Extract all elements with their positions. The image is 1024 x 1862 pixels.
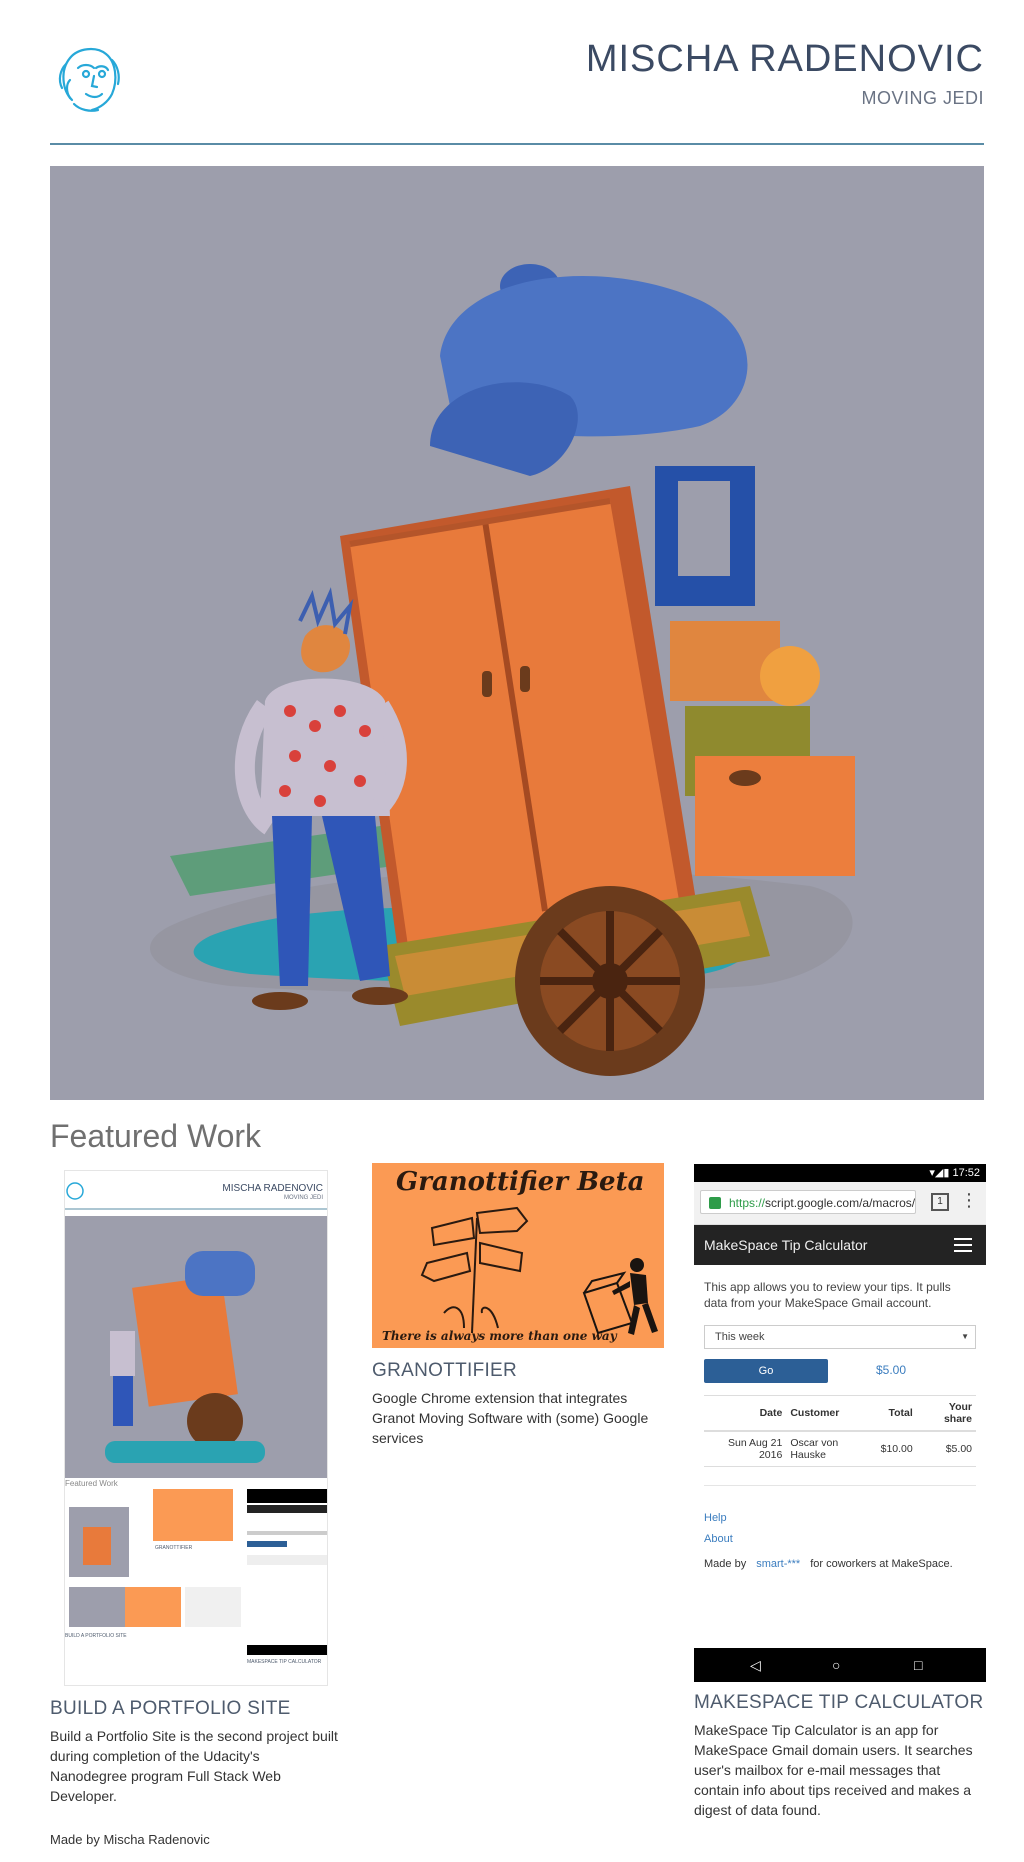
url-field[interactable]: https://script.google.com/a/macros/ — [700, 1190, 916, 1214]
total-amount: $5.00 — [876, 1363, 907, 1377]
mini-project-label: BUILD A PORTFOLIO SITE — [65, 1633, 127, 1639]
column-header: Customer — [786, 1395, 877, 1432]
mini-featured-heading: Featured Work — [65, 1479, 118, 1488]
header-divider — [50, 143, 984, 145]
project-card-granottifier: GRANOTTIFIER Google Chrome extension tha… — [372, 1360, 662, 1448]
tabs-count-button[interactable]: 1 — [931, 1193, 949, 1211]
author-link[interactable]: smart-*** — [756, 1558, 800, 1570]
about-link[interactable]: About — [704, 1529, 976, 1550]
portfolio-thumbnail[interactable]: MISCHA RADENOVIC MOVING JEDI Featured Wo… — [64, 1170, 328, 1686]
recents-icon[interactable]: □ — [914, 1657, 922, 1673]
table-row: Sun Aug 21 2016 Oscar von Hauske $10.00 … — [704, 1431, 976, 1467]
lock-icon — [709, 1197, 721, 1209]
column-header: Your share — [916, 1395, 976, 1432]
site-header: MISCHA RADENOVIC MOVING JEDI — [50, 0, 984, 146]
site-subtitle: MOVING JEDI — [861, 88, 984, 108]
app-bar: MakeSpace Tip Calculator — [694, 1225, 986, 1265]
project-title[interactable]: MAKESPACE TIP CALCULATOR — [694, 1692, 984, 1714]
project-title[interactable]: BUILD A PORTFOLIO SITE — [50, 1698, 340, 1720]
status-time: 17:52 — [952, 1167, 980, 1179]
footer-credit: Made by Mischa Radenovic — [50, 1832, 210, 1847]
app-intro: This app allows you to review your tips.… — [704, 1280, 951, 1310]
project-description: Google Chrome extension that integrates … — [372, 1390, 649, 1446]
site-title: MISCHA RADENOVIC — [585, 38, 984, 80]
featured-work-heading: Featured Work — [50, 1118, 262, 1154]
more-menu-icon[interactable]: ⋮ — [960, 1190, 978, 1211]
app-credit: Made by smart-*** for coworkers at MakeSpa… — [704, 1558, 953, 1570]
mini-site-subtitle: MOVING JEDI — [283, 1195, 323, 1201]
app-title: MakeSpace Tip Calculator — [704, 1237, 868, 1253]
mini-granottifier-label: GRANOTTIFIER — [155, 1545, 193, 1551]
hamburger-menu-icon[interactable] — [954, 1238, 972, 1252]
android-nav-bar: ◁ ○ □ — [694, 1648, 986, 1682]
project-description: MakeSpace Tip Calculator is an app for M… — [694, 1722, 973, 1818]
granottifier-thumbnail[interactable]: Granottifier Beta There is always more t… — [372, 1163, 664, 1348]
makespace-phone-thumbnail[interactable]: ▾◢▮ 17:52 https://script.google.com/a/ma… — [694, 1164, 986, 1682]
tips-table: Date Customer Total Your share Sun Aug 2… — [704, 1395, 976, 1467]
phone-status-bar: ▾◢▮ 17:52 — [694, 1164, 986, 1182]
project-card-portfolio: BUILD A PORTFOLIO SITE Build a Portfolio… — [50, 1698, 340, 1806]
help-link[interactable]: Help — [704, 1508, 976, 1529]
period-select[interactable]: This week ▼ — [704, 1325, 976, 1349]
mini-site-name: MISCHA RADENOVIC — [222, 1183, 323, 1194]
column-header: Date — [704, 1395, 787, 1432]
granottifier-image-tagline: There is always more than one way — [382, 1329, 617, 1343]
logo-portrait-icon[interactable] — [52, 40, 128, 116]
column-header: Total — [876, 1395, 917, 1432]
hero-illustration — [50, 166, 984, 1100]
project-title[interactable]: GRANOTTIFIER — [372, 1360, 662, 1382]
home-icon[interactable]: ○ — [832, 1657, 840, 1673]
project-description: Build a Portfolio Site is the second pro… — [50, 1728, 338, 1804]
chevron-down-icon: ▼ — [961, 1332, 969, 1341]
project-card-makespace: MAKESPACE TIP CALCULATOR MakeSpace Tip C… — [694, 1692, 984, 1820]
back-icon[interactable]: ◁ — [750, 1657, 761, 1674]
go-button[interactable]: Go — [704, 1359, 828, 1383]
mini-tip-label: MAKESPACE TIP CALCULATOR — [247, 1659, 322, 1665]
signal-icon: ▾◢▮ — [929, 1167, 950, 1179]
browser-address-bar[interactable]: https://script.google.com/a/macros/ 1 ⋮ — [694, 1182, 986, 1225]
